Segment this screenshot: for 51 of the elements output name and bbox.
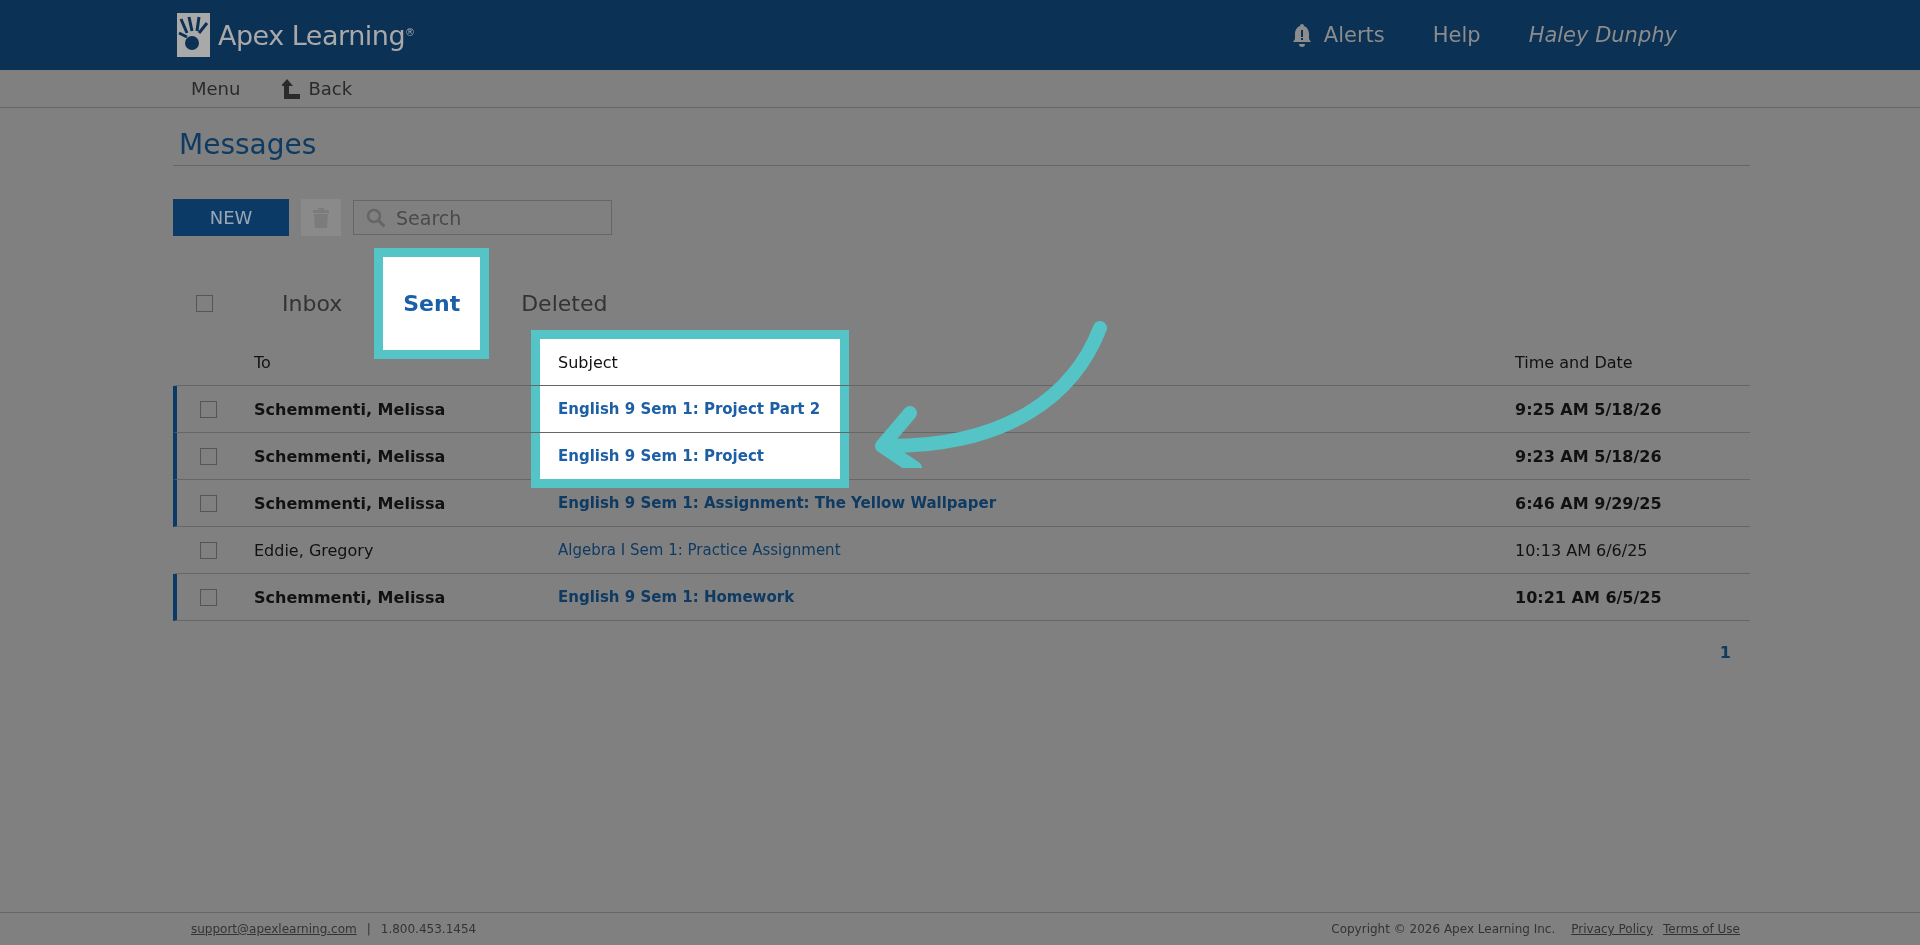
support-email-link[interactable]: support@apexlearning.com [191,922,357,936]
row-checkbox[interactable] [200,541,217,559]
nav-link[interactable]: Help [1432,23,1481,47]
search-icon [366,207,386,228]
page-title: Messages [179,128,318,163]
column-header: Subject [558,352,618,372]
subject-link[interactable]: English 9 Sem 1: Project Part 2 [558,400,821,418]
recipient-name: Eddie, Gregory [254,540,375,560]
back-link[interactable]: Back [282,78,353,99]
sent-time: 10:13 AM 6/6/25 [1515,540,1648,560]
row-checkbox[interactable] [200,400,217,418]
new-button[interactable]: NEW [173,199,289,236]
recipient-name: Schemmenti, Melissa [254,493,447,513]
user-name[interactable]: Haley Dunphy [1528,23,1677,47]
column-header: To [254,352,272,372]
sent-time: 10:21 AM 6/5/25 [1515,587,1662,607]
alerts-link[interactable]: Alerts [1291,23,1385,47]
footer-link[interactable]: Terms of Use [1663,922,1740,936]
recipient-name: Schemmenti, Melissa [254,399,447,419]
subject-link[interactable]: English 9 Sem 1: Project [558,447,764,465]
copyright: Copyright © 2026 Apex Learning Inc. [1331,922,1556,936]
logo[interactable]: Apex Learning [218,19,406,51]
row-checkbox[interactable] [200,588,217,606]
subject-link[interactable]: English 9 Sem 1: Assignment: The Yellow Wallpaper [558,494,997,512]
select-all-checkbox[interactable] [196,295,213,312]
folder-tab[interactable]: Deleted [498,291,631,316]
logo-icon [177,13,210,57]
sent-time: 9:25 AM 5/18/26 [1515,399,1662,419]
separator: | [366,922,371,936]
page-link[interactable]: 1 [1719,643,1731,662]
menu-link[interactable]: Menu [191,78,241,99]
message-row[interactable]: Schemmenti, Melissa English 9 Sem 1: Assignment: The Yellow Wallpaper 6:46 AM 9/29/25 [173,480,1750,527]
registered-mark: ® [405,27,416,38]
row-checkbox[interactable] [200,494,217,512]
message-row[interactable]: Schemmenti, Melissa English 9 Sem 1: Project Part 2 9:25 AM 5/18/26 [173,386,1750,433]
subject-link[interactable]: English 9 Sem 1: Homework [558,588,795,606]
message-row[interactable]: Schemmenti, Melissa English 9 Sem 1: Homework 10:21 AM 6/5/25 [173,574,1750,621]
column-header: Time and Date [1515,352,1633,372]
subject-link[interactable]: Algebra I Sem 1: Practice Assignment [558,541,841,559]
recipient-name: Schemmenti, Melissa [254,587,447,607]
message-row[interactable]: Eddie, Gregory Algebra I Sem 1: Practice Assignment 10:13 AM 6/6/25 [173,527,1750,574]
folder-tab[interactable]: Sent [374,248,490,359]
sent-time: 6:46 AM 9/29/25 [1515,493,1662,513]
footer-link[interactable]: Privacy Policy [1571,922,1654,936]
recipient-name: Schemmenti, Melissa [254,446,447,466]
bell-icon [1291,23,1312,47]
back-arrow-icon [282,78,301,99]
sent-time: 9:23 AM 5/18/26 [1515,446,1662,466]
phone-number: 1.800.453.1454 [380,922,477,936]
row-checkbox[interactable] [200,447,217,465]
folder-tab[interactable]: Inbox [259,291,366,316]
